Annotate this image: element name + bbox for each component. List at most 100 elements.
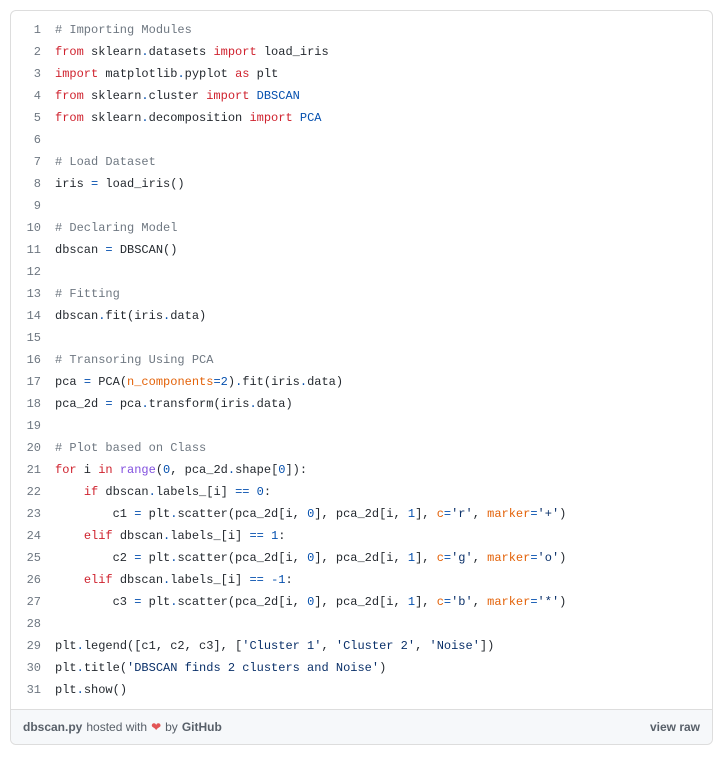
line-number[interactable]: 30: [11, 657, 55, 679]
github-link[interactable]: GitHub: [182, 720, 222, 734]
code-content[interactable]: from sklearn.cluster import DBSCAN: [55, 85, 712, 107]
line-number[interactable]: 23: [11, 503, 55, 525]
code-line[interactable]: 18pca_2d = pca.transform(iris.data): [11, 393, 712, 415]
code-line[interactable]: 5from sklearn.decomposition import PCA: [11, 107, 712, 129]
code-line[interactable]: 20# Plot based on Class: [11, 437, 712, 459]
code-content[interactable]: plt.title('DBSCAN finds 2 clusters and N…: [55, 657, 712, 679]
code-content[interactable]: import matplotlib.pyplot as plt: [55, 63, 712, 85]
line-number[interactable]: 20: [11, 437, 55, 459]
code-content[interactable]: c1 = plt.scatter(pca_2d[i, 0], pca_2d[i,…: [55, 503, 712, 525]
code-content[interactable]: [55, 261, 712, 283]
line-number[interactable]: 26: [11, 569, 55, 591]
code-line[interactable]: 15: [11, 327, 712, 349]
code-content[interactable]: c3 = plt.scatter(pca_2d[i, 0], pca_2d[i,…: [55, 591, 712, 613]
code-line[interactable]: 24 elif dbscan.labels_[i] == 1:: [11, 525, 712, 547]
code-line[interactable]: 21for i in range(0, pca_2d.shape[0]):: [11, 459, 712, 481]
heart-icon: ❤: [151, 720, 161, 734]
code-line[interactable]: 30plt.title('DBSCAN finds 2 clusters and…: [11, 657, 712, 679]
line-number[interactable]: 31: [11, 679, 55, 709]
line-number[interactable]: 22: [11, 481, 55, 503]
line-number[interactable]: 24: [11, 525, 55, 547]
code-line[interactable]: 1# Importing Modules: [11, 11, 712, 41]
line-number[interactable]: 14: [11, 305, 55, 327]
code-content[interactable]: [55, 415, 712, 437]
code-line[interactable]: 10# Declaring Model: [11, 217, 712, 239]
hosted-text: hosted with: [86, 720, 147, 734]
code-content[interactable]: elif dbscan.labels_[i] == -1:: [55, 569, 712, 591]
line-number[interactable]: 27: [11, 591, 55, 613]
code-line[interactable]: 17pca = PCA(n_components=2).fit(iris.dat…: [11, 371, 712, 393]
code-line[interactable]: 3import matplotlib.pyplot as plt: [11, 63, 712, 85]
code-content[interactable]: # Transoring Using PCA: [55, 349, 712, 371]
line-number[interactable]: 6: [11, 129, 55, 151]
code-line[interactable]: 23 c1 = plt.scatter(pca_2d[i, 0], pca_2d…: [11, 503, 712, 525]
code-content[interactable]: [55, 327, 712, 349]
code-content[interactable]: from sklearn.datasets import load_iris: [55, 41, 712, 63]
code-content[interactable]: c2 = plt.scatter(pca_2d[i, 0], pca_2d[i,…: [55, 547, 712, 569]
line-number[interactable]: 11: [11, 239, 55, 261]
code-content[interactable]: elif dbscan.labels_[i] == 1:: [55, 525, 712, 547]
code-content[interactable]: [55, 613, 712, 635]
code-line[interactable]: 8iris = load_iris(): [11, 173, 712, 195]
line-number[interactable]: 15: [11, 327, 55, 349]
code-line[interactable]: 6: [11, 129, 712, 151]
code-content[interactable]: dbscan.fit(iris.data): [55, 305, 712, 327]
line-number[interactable]: 18: [11, 393, 55, 415]
line-number[interactable]: 25: [11, 547, 55, 569]
code-content[interactable]: for i in range(0, pca_2d.shape[0]):: [55, 459, 712, 481]
line-number[interactable]: 10: [11, 217, 55, 239]
code-content[interactable]: pca = PCA(n_components=2).fit(iris.data): [55, 371, 712, 393]
by-text: by: [165, 720, 178, 734]
code-line[interactable]: 16# Transoring Using PCA: [11, 349, 712, 371]
line-number[interactable]: 1: [11, 11, 55, 41]
code-content[interactable]: [55, 129, 712, 151]
code-content[interactable]: plt.show(): [55, 679, 712, 709]
line-number[interactable]: 5: [11, 107, 55, 129]
line-number[interactable]: 9: [11, 195, 55, 217]
code-content[interactable]: [55, 195, 712, 217]
line-number[interactable]: 3: [11, 63, 55, 85]
code-line[interactable]: 25 c2 = plt.scatter(pca_2d[i, 0], pca_2d…: [11, 547, 712, 569]
line-number[interactable]: 2: [11, 41, 55, 63]
line-number[interactable]: 16: [11, 349, 55, 371]
code-line[interactable]: 22 if dbscan.labels_[i] == 0:: [11, 481, 712, 503]
code-line[interactable]: 26 elif dbscan.labels_[i] == -1:: [11, 569, 712, 591]
line-number[interactable]: 8: [11, 173, 55, 195]
code-line[interactable]: 11dbscan = DBSCAN(): [11, 239, 712, 261]
code-content[interactable]: # Load Dataset: [55, 151, 712, 173]
line-number[interactable]: 29: [11, 635, 55, 657]
code-content[interactable]: from sklearn.decomposition import PCA: [55, 107, 712, 129]
code-line[interactable]: 7# Load Dataset: [11, 151, 712, 173]
code-line[interactable]: 12: [11, 261, 712, 283]
code-block[interactable]: 1# Importing Modules2from sklearn.datase…: [11, 11, 712, 709]
code-content[interactable]: dbscan = DBSCAN(): [55, 239, 712, 261]
line-number[interactable]: 7: [11, 151, 55, 173]
code-line[interactable]: 27 c3 = plt.scatter(pca_2d[i, 0], pca_2d…: [11, 591, 712, 613]
code-line[interactable]: 31plt.show(): [11, 679, 712, 709]
code-line[interactable]: 9: [11, 195, 712, 217]
code-line[interactable]: 19: [11, 415, 712, 437]
code-line[interactable]: 29plt.legend([c1, c2, c3], ['Cluster 1',…: [11, 635, 712, 657]
line-number[interactable]: 12: [11, 261, 55, 283]
code-content[interactable]: # Fitting: [55, 283, 712, 305]
code-line[interactable]: 2from sklearn.datasets import load_iris: [11, 41, 712, 63]
code-content[interactable]: # Plot based on Class: [55, 437, 712, 459]
line-number[interactable]: 19: [11, 415, 55, 437]
line-number[interactable]: 21: [11, 459, 55, 481]
code-content[interactable]: pca_2d = pca.transform(iris.data): [55, 393, 712, 415]
code-content[interactable]: # Declaring Model: [55, 217, 712, 239]
line-number[interactable]: 13: [11, 283, 55, 305]
line-number[interactable]: 28: [11, 613, 55, 635]
line-number[interactable]: 4: [11, 85, 55, 107]
line-number[interactable]: 17: [11, 371, 55, 393]
code-line[interactable]: 28: [11, 613, 712, 635]
code-content[interactable]: plt.legend([c1, c2, c3], ['Cluster 1', '…: [55, 635, 712, 657]
code-line[interactable]: 13# Fitting: [11, 283, 712, 305]
code-line[interactable]: 14dbscan.fit(iris.data): [11, 305, 712, 327]
code-content[interactable]: iris = load_iris(): [55, 173, 712, 195]
gist-filename-link[interactable]: dbscan.py: [23, 720, 82, 734]
code-content[interactable]: # Importing Modules: [55, 11, 712, 41]
code-content[interactable]: if dbscan.labels_[i] == 0:: [55, 481, 712, 503]
view-raw-link[interactable]: view raw: [650, 720, 700, 734]
code-line[interactable]: 4from sklearn.cluster import DBSCAN: [11, 85, 712, 107]
